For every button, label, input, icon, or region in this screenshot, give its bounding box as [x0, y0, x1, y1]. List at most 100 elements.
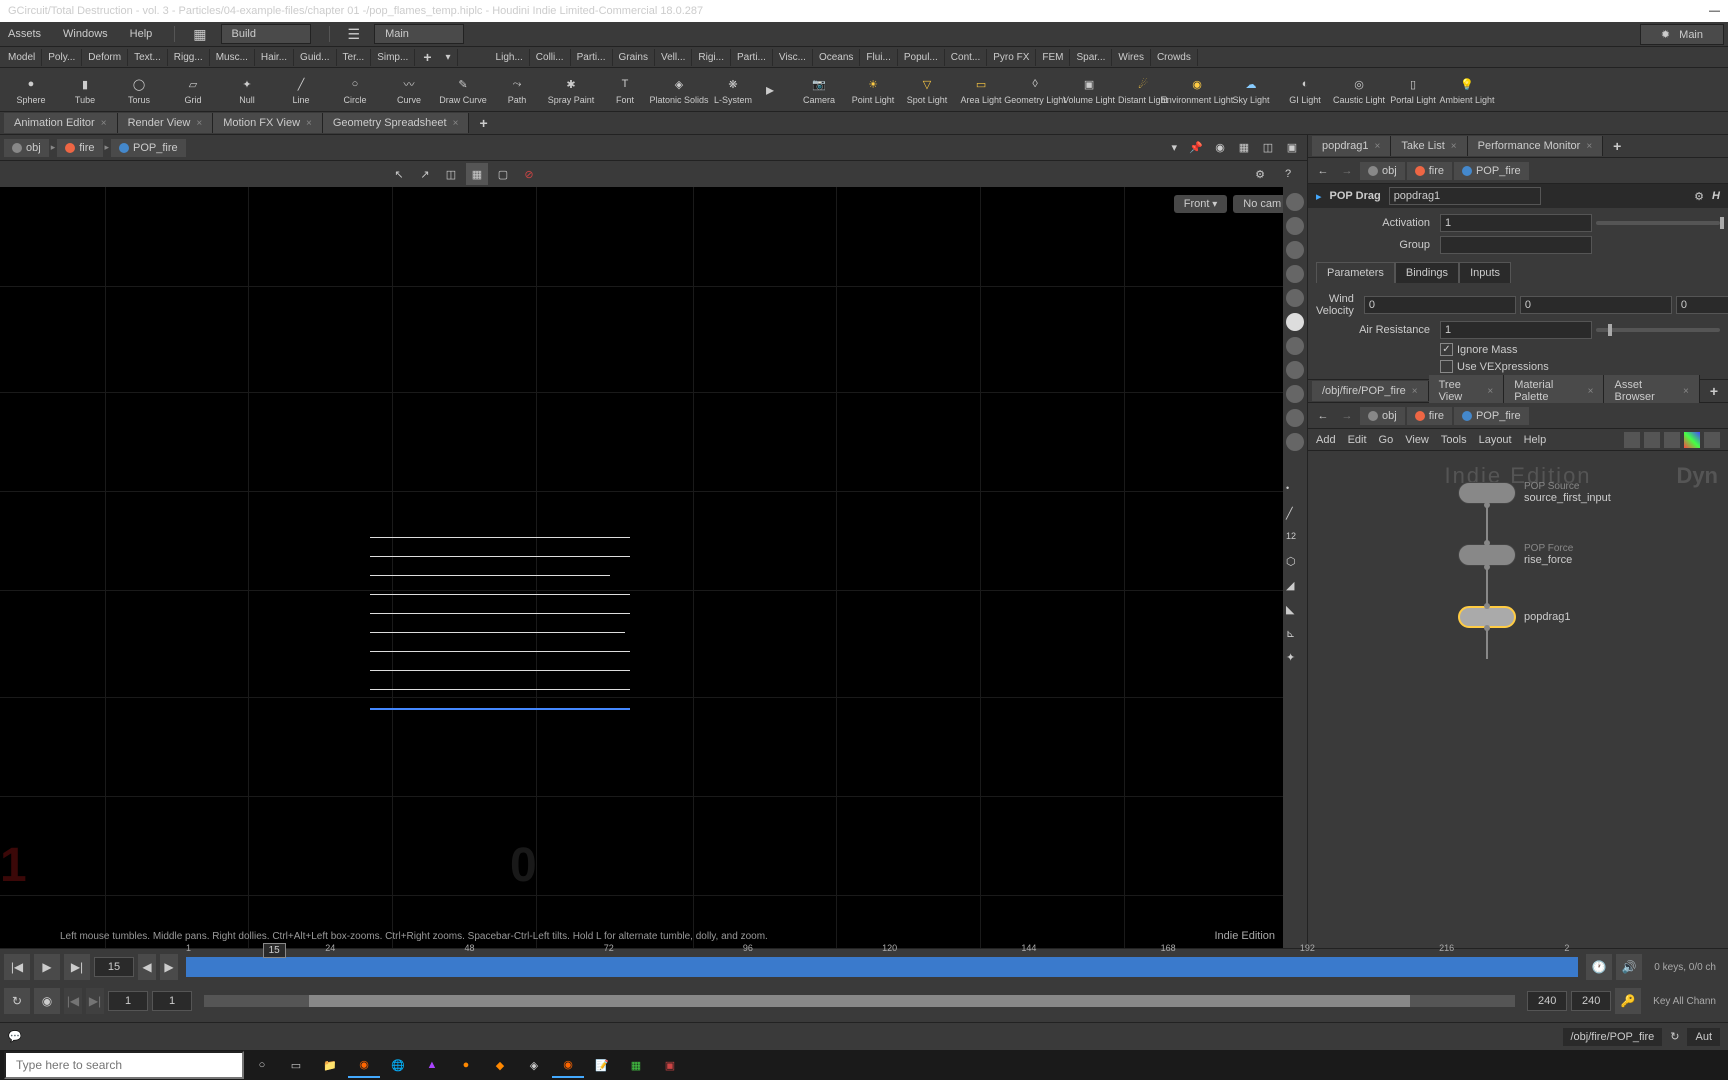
- headlight-icon[interactable]: [1286, 337, 1304, 355]
- tool-ambientlight[interactable]: 💡Ambient Light: [1440, 69, 1494, 111]
- node-source[interactable]: POP Sourcesource_first_input: [1458, 481, 1611, 504]
- back-icon[interactable]: ←: [1312, 160, 1334, 182]
- region-icon[interactable]: ◫: [440, 163, 462, 185]
- node-flag-icon[interactable]: ▸: [1316, 190, 1322, 203]
- menu-help[interactable]: Help: [126, 26, 157, 42]
- light-icon[interactable]: [1286, 313, 1304, 331]
- shading-icon[interactable]: [1286, 193, 1304, 211]
- tool-circle[interactable]: ○Circle: [328, 69, 382, 111]
- tool-line[interactable]: ╱Line: [274, 69, 328, 111]
- crumb-popfire[interactable]: POP_fire: [111, 139, 186, 157]
- close-icon[interactable]: ×: [101, 118, 107, 129]
- shelf-simp[interactable]: Simp...: [371, 49, 415, 66]
- explorer-icon[interactable]: 📁: [314, 1052, 346, 1078]
- houdini2-icon[interactable]: ◉: [552, 1052, 584, 1078]
- tool-null[interactable]: ✦Null: [220, 69, 274, 111]
- max-icon[interactable]: ▣: [1281, 137, 1303, 159]
- tool-camera[interactable]: 📷Camera: [792, 69, 846, 111]
- tab-network-path[interactable]: /obj/fire/POP_fire×: [1312, 381, 1429, 401]
- activation-slider[interactable]: [1596, 221, 1720, 225]
- shelf-crowds[interactable]: Crowds: [1151, 49, 1198, 66]
- wind-z-input[interactable]: [1676, 296, 1728, 314]
- construction-icon[interactable]: ✦: [1286, 651, 1304, 669]
- tab-add-button[interactable]: +: [1603, 136, 1631, 156]
- refresh-icon[interactable]: ↻: [1670, 1030, 1679, 1043]
- param-tab-bindings[interactable]: Bindings: [1395, 262, 1459, 283]
- snapshot-icon[interactable]: ▦: [466, 163, 488, 185]
- close-icon[interactable]: ×: [306, 118, 312, 129]
- tab-motion-fx[interactable]: Motion FX View×: [213, 113, 323, 133]
- key-icon[interactable]: 🔑: [1615, 988, 1641, 1014]
- close-icon[interactable]: ×: [1487, 386, 1493, 397]
- close-icon[interactable]: ×: [1412, 386, 1418, 397]
- brush2-icon[interactable]: ◣: [1286, 603, 1304, 621]
- frame-marker[interactable]: 15: [263, 943, 286, 958]
- loop-icon[interactable]: ↻: [4, 988, 30, 1014]
- tool-volumelight[interactable]: ▣Volume Light: [1062, 69, 1116, 111]
- shelf-flui[interactable]: Flui...: [860, 49, 897, 66]
- globe-icon[interactable]: [1286, 289, 1304, 307]
- select-tool-icon[interactable]: ↖: [388, 163, 410, 185]
- desktop-dropdown[interactable]: Build: [221, 24, 311, 44]
- param-crumb-fire[interactable]: fire: [1407, 162, 1452, 180]
- shelf-pyro[interactable]: Pyro FX: [987, 49, 1036, 66]
- close-icon[interactable]: ×: [1586, 141, 1592, 152]
- breadcrumb-dropdown[interactable]: ▾: [1165, 141, 1183, 154]
- auto-update-button[interactable]: Aut: [1687, 1028, 1720, 1046]
- viewport[interactable]: Front ▾ No cam ▾ 1 0 Left mouse tumbles.…: [0, 187, 1307, 948]
- tool-causticlight[interactable]: ◎Caustic Light: [1332, 69, 1386, 111]
- scope-icon[interactable]: ◉: [34, 988, 60, 1014]
- tab-take-list[interactable]: Take List×: [1391, 136, 1467, 156]
- shelf-oceans[interactable]: Oceans: [813, 49, 860, 66]
- realtime-icon[interactable]: 🕐: [1586, 954, 1612, 980]
- face-icon[interactable]: 12: [1286, 531, 1304, 549]
- net-crumb-obj[interactable]: obj: [1360, 407, 1405, 425]
- render-icon[interactable]: ◉: [1209, 137, 1231, 159]
- param-tab-parameters[interactable]: Parameters: [1316, 262, 1395, 283]
- shelf-spar[interactable]: Spar...: [1070, 49, 1112, 66]
- blender-icon[interactable]: ◆: [484, 1052, 516, 1078]
- tool-pointlight[interactable]: ☀Point Light: [846, 69, 900, 111]
- tab-add-button[interactable]: +: [1700, 381, 1728, 401]
- net-menu-layout[interactable]: Layout: [1479, 434, 1512, 446]
- cortana-icon[interactable]: ○: [246, 1052, 278, 1078]
- tool-envlight[interactable]: ◉Environment Light: [1170, 69, 1224, 111]
- net-menu-edit[interactable]: Edit: [1348, 434, 1367, 446]
- tab-add-button[interactable]: +: [469, 113, 497, 133]
- shelf-visc[interactable]: Visc...: [773, 49, 813, 66]
- tool-tube[interactable]: ▮Tube: [58, 69, 112, 111]
- step-back-button[interactable]: ◀: [138, 954, 156, 980]
- shelf-parti2[interactable]: Parti...: [731, 49, 773, 66]
- prev-key-button[interactable]: |◀: [64, 988, 82, 1014]
- taskview-icon[interactable]: ▭: [280, 1052, 312, 1078]
- main-menu-dropdown[interactable]: Main: [374, 24, 464, 44]
- net-menu-tools[interactable]: Tools: [1441, 434, 1467, 446]
- tab-perf-monitor[interactable]: Performance Monitor×: [1468, 136, 1604, 156]
- help-icon[interactable]: ?: [1277, 163, 1299, 185]
- range-slider[interactable]: [204, 995, 1515, 1007]
- unity-icon[interactable]: ◈: [518, 1052, 550, 1078]
- close-icon[interactable]: ×: [1588, 386, 1594, 397]
- tool-curve[interactable]: 〰Curve: [382, 69, 436, 111]
- display-options-icon[interactable]: ⚙: [1249, 163, 1271, 185]
- calc-icon[interactable]: ▦: [620, 1052, 652, 1078]
- tool-font[interactable]: TFont: [598, 69, 652, 111]
- houdini-icon[interactable]: ◉: [348, 1052, 380, 1078]
- range-start-input[interactable]: [108, 991, 148, 1011]
- tool-spotlight[interactable]: ▽Spot Light: [900, 69, 954, 111]
- shelf-parti[interactable]: Parti...: [571, 49, 613, 66]
- status-path[interactable]: /obj/fire/POP_fire: [1563, 1028, 1663, 1046]
- net-wrench-icon[interactable]: [1624, 432, 1640, 448]
- ignore-mass-checkbox[interactable]: ✓: [1440, 343, 1453, 356]
- activation-input[interactable]: [1440, 214, 1592, 232]
- lock-icon[interactable]: [1286, 241, 1304, 259]
- edge-icon[interactable]: ╱: [1286, 507, 1304, 525]
- tool-platonic[interactable]: ◈Platonic Solids: [652, 69, 706, 111]
- bg-icon[interactable]: [1286, 409, 1304, 427]
- net-palette-icon[interactable]: [1704, 432, 1720, 448]
- close-icon[interactable]: ×: [196, 118, 202, 129]
- gear-icon[interactable]: ⚙: [1694, 190, 1704, 203]
- keyall-label[interactable]: Key All Chann: [1645, 996, 1724, 1007]
- camera-mask-icon[interactable]: [1286, 433, 1304, 451]
- close-icon[interactable]: ×: [1683, 386, 1689, 397]
